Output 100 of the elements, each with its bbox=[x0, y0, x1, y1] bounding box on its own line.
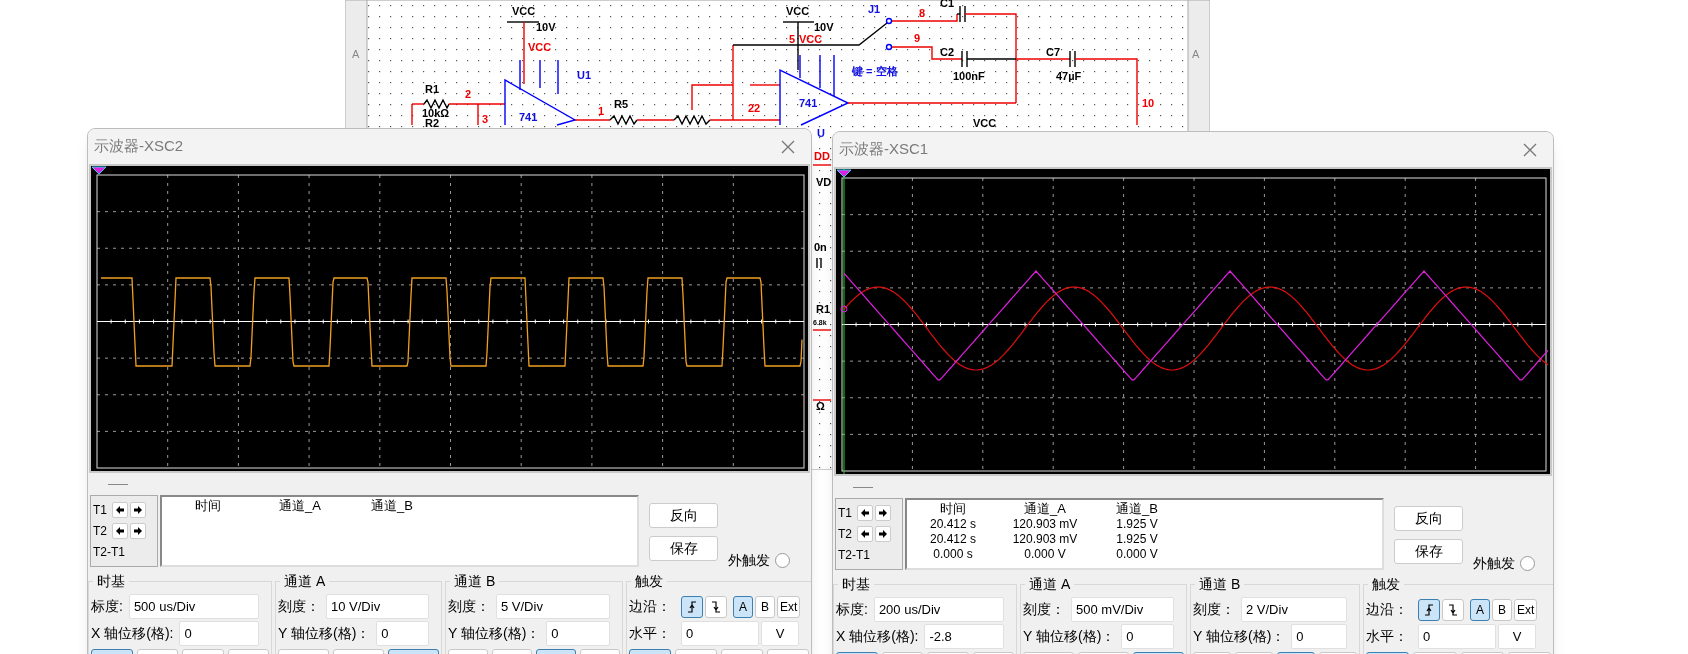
input-field[interactable]: 500 mV/Div bbox=[1071, 597, 1174, 622]
arrow-button[interactable] bbox=[130, 502, 146, 518]
input-field[interactable]: 0 bbox=[376, 621, 429, 646]
edge-button[interactable] bbox=[1442, 598, 1464, 621]
input-field[interactable]: 0 bbox=[179, 621, 259, 646]
schematic-label: VCC bbox=[799, 32, 823, 45]
field-label: X 轴位移(格): bbox=[836, 627, 920, 646]
arrow-button[interactable] bbox=[112, 502, 128, 518]
input-field[interactable]: 500 us/Div bbox=[128, 594, 259, 619]
radio-button[interactable] bbox=[775, 553, 790, 568]
cursor-label: T2-T1 bbox=[838, 547, 870, 564]
column-header: 时间 bbox=[194, 498, 222, 514]
field-label: Y 轴位移(格)： bbox=[1193, 627, 1287, 646]
arrow-button[interactable] bbox=[875, 526, 891, 542]
input-field[interactable]: 200 us/Div bbox=[873, 597, 1004, 622]
group-title: 触发 bbox=[1371, 575, 1401, 594]
right-arrow-icon bbox=[133, 505, 143, 515]
right-arrow-icon bbox=[133, 526, 143, 536]
input-field[interactable]: 5 V/Div bbox=[496, 594, 610, 619]
input-field[interactable]: -2.8 bbox=[924, 624, 1004, 649]
schematic-label: 0n bbox=[814, 240, 827, 253]
input-field[interactable]: 0 bbox=[681, 621, 759, 646]
source-button[interactable]: A bbox=[1470, 598, 1490, 621]
cursor-label: T2-T1 bbox=[93, 544, 125, 561]
field-label: 标度: bbox=[91, 597, 124, 616]
input-field[interactable]: 10 V/Div bbox=[326, 594, 429, 619]
schematic-label: R2 bbox=[425, 116, 440, 129]
left-arrow-icon bbox=[115, 505, 125, 515]
arrow-button[interactable] bbox=[857, 505, 873, 521]
schematic-label: J1 bbox=[868, 2, 881, 15]
field-label: X 轴位移(格): bbox=[91, 624, 175, 643]
group-title: 通道 B bbox=[453, 572, 497, 591]
field-label: Y 轴位移(格)： bbox=[448, 624, 542, 643]
input-field[interactable]: 0 bbox=[1121, 624, 1174, 649]
input-field[interactable]: V bbox=[1498, 624, 1536, 649]
input-field[interactable]: 2 V/Div bbox=[1241, 597, 1347, 622]
group-title: 时基 bbox=[841, 575, 871, 594]
radio-button[interactable] bbox=[1520, 556, 1535, 571]
action-button[interactable]: 反向 bbox=[1394, 506, 1463, 531]
schematic-label: C1 bbox=[940, 0, 955, 9]
schematic-label: Ω bbox=[816, 399, 825, 412]
schematic-label: 键 = 空格 bbox=[852, 64, 898, 77]
group-title: 通道 A bbox=[283, 572, 327, 591]
source-button[interactable]: A bbox=[733, 595, 753, 618]
splitter-handle[interactable] bbox=[108, 483, 128, 485]
field-label: Y 轴位移(格)： bbox=[278, 624, 372, 643]
arrow-button[interactable] bbox=[112, 523, 128, 539]
action-button[interactable]: 保存 bbox=[649, 536, 718, 561]
table-cell-text: 120.903 mV bbox=[1011, 517, 1079, 532]
input-field[interactable]: 0 bbox=[1418, 624, 1496, 649]
schematic-label: 47µF bbox=[1056, 69, 1082, 82]
edge-button[interactable] bbox=[1418, 598, 1440, 621]
rising-edge-icon bbox=[686, 600, 698, 613]
close-icon[interactable] bbox=[1523, 142, 1537, 157]
field-label: 标度: bbox=[836, 600, 869, 619]
source-button[interactable]: B bbox=[1492, 598, 1512, 621]
schematic-label: DD bbox=[814, 149, 830, 162]
edge-button[interactable] bbox=[705, 595, 727, 618]
input-field[interactable]: 0 bbox=[1291, 624, 1347, 649]
group-title: 触发 bbox=[634, 572, 664, 591]
cursor-marker-icon bbox=[836, 169, 852, 178]
source-button[interactable]: B bbox=[755, 595, 775, 618]
field-label: 水平： bbox=[629, 624, 672, 643]
schematic-label: 3 bbox=[482, 112, 489, 125]
field-label: 水平： bbox=[1366, 627, 1409, 646]
source-button[interactable]: Ext bbox=[777, 595, 801, 618]
left-arrow-icon bbox=[860, 508, 870, 518]
splitter-handle[interactable] bbox=[853, 486, 873, 488]
action-button[interactable]: 保存 bbox=[1394, 539, 1463, 564]
schematic-label: 9 bbox=[914, 31, 921, 44]
table-cell-text: 0.000 V bbox=[1023, 547, 1067, 562]
schematic-label: A bbox=[1192, 47, 1200, 60]
arrow-button[interactable] bbox=[875, 505, 891, 521]
input-field[interactable]: 0 bbox=[546, 621, 610, 646]
falling-edge-icon bbox=[1447, 603, 1459, 616]
left-arrow-icon bbox=[860, 529, 870, 539]
input-field[interactable]: V bbox=[761, 621, 799, 646]
schematic-label: 10V bbox=[536, 20, 556, 33]
action-button[interactable]: 反向 bbox=[649, 503, 718, 528]
edge-button[interactable] bbox=[681, 595, 703, 618]
schematic-label: VCC bbox=[512, 4, 536, 17]
schematic-label: VCC bbox=[786, 4, 810, 17]
column-header: 通道_B bbox=[370, 498, 414, 514]
column-header: 通道_B bbox=[1115, 501, 1159, 517]
schematic-label: 22 bbox=[748, 101, 761, 114]
schematic-label: 5 bbox=[789, 32, 796, 45]
schematic-label: 1 bbox=[598, 104, 605, 117]
source-button[interactable]: Ext bbox=[1514, 598, 1538, 621]
cursor-label: T2 bbox=[93, 523, 108, 540]
field-label: 边沿： bbox=[1366, 600, 1409, 619]
arrow-button[interactable] bbox=[857, 526, 873, 542]
window-title: 示波器-XSC1 bbox=[839, 139, 929, 160]
schematic-label: 741 bbox=[799, 96, 818, 109]
schematic-label: 8 bbox=[919, 6, 926, 19]
field-label: 刻度： bbox=[1023, 600, 1066, 619]
schematic-label: 2 bbox=[465, 87, 472, 100]
cursor-label: T2 bbox=[838, 526, 853, 543]
close-icon[interactable] bbox=[781, 139, 795, 154]
arrow-button[interactable] bbox=[130, 523, 146, 539]
schematic-label: R1 bbox=[425, 82, 440, 95]
